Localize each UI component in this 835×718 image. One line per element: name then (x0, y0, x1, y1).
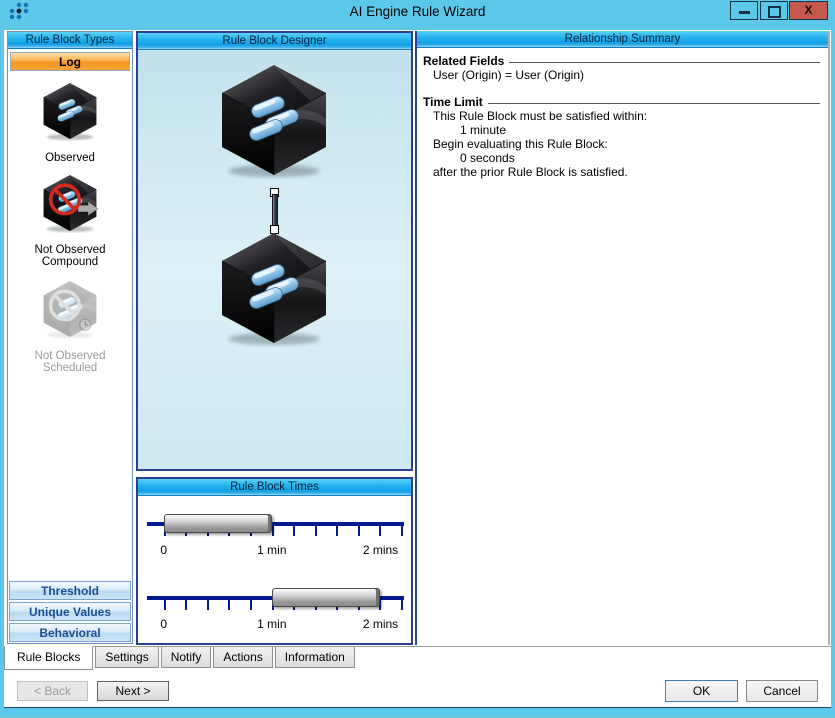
rule-block-designer-panel: Rule Block Designer (136, 31, 413, 471)
rule-block-2-cube[interactable] (213, 229, 335, 347)
slider-tick (164, 598, 166, 610)
time-limit-slider-bar[interactable] (164, 514, 272, 533)
rule-block-types-panel: Rule Block Types Log Observed Not Observ… (7, 31, 133, 644)
behavioral-category-button[interactable]: Behavioral (9, 623, 131, 642)
slider-tick (293, 524, 295, 536)
slider-tick (185, 598, 187, 610)
rule-block-times-header: Rule Block Times (138, 479, 411, 496)
time-limit-slider: 0 1 min 2 mins (142, 505, 407, 569)
ok-button[interactable]: OK (665, 680, 738, 702)
tab-information[interactable]: Information (275, 647, 355, 668)
evaluation-value: 0 seconds (423, 152, 820, 165)
palette-item-not-observed-scheduled[interactable]: Not Observed Scheduled (8, 279, 132, 375)
palette-label: Compound (42, 256, 98, 268)
slider-tick (228, 598, 230, 610)
section-title: Time Limit (423, 95, 483, 109)
wizard-tabs: Rule Blocks Settings Notify Actions Info… (4, 647, 357, 670)
slider-label-0: 0 (160, 617, 167, 631)
palette-label: Not Observed (35, 244, 106, 256)
slider-tick (379, 524, 381, 536)
tab-settings[interactable]: Settings (95, 647, 158, 668)
not-observed-compound-icon (38, 173, 102, 233)
relationship-summary-panel: Relationship Summary Related Fields User… (415, 31, 830, 645)
related-fields-value: User (Origin) = User (Origin) (423, 69, 820, 82)
palette-label: Observed (45, 152, 95, 164)
evaluation-delay-slider: 0 1 min 2 mins (142, 579, 407, 643)
slider-tick (401, 524, 403, 536)
maximize-icon (768, 6, 781, 18)
evaluation-suffix-line: after the prior Rule Block is satisfied. (423, 166, 820, 179)
close-icon: X (804, 3, 812, 17)
log-category-button[interactable]: Log (10, 52, 130, 71)
slider-label-2mins: 2 mins (363, 617, 398, 631)
tab-rule-blocks[interactable]: Rule Blocks (4, 646, 93, 670)
rule-block-designer-header: Rule Block Designer (138, 33, 411, 50)
threshold-category-button[interactable]: Threshold (9, 581, 131, 600)
not-observed-scheduled-icon (38, 279, 102, 339)
slider-tick (336, 524, 338, 536)
section-title: Related Fields (423, 54, 504, 68)
tab-notify[interactable]: Notify (161, 647, 212, 668)
minimize-icon (739, 11, 750, 14)
unique-values-category-button[interactable]: Unique Values (9, 602, 131, 621)
time-limit-line: This Rule Block must be satisfied within… (423, 110, 820, 123)
maximize-button[interactable] (760, 1, 788, 20)
slider-tick (315, 524, 317, 536)
time-limit-section: Time Limit This Rule Block must be satis… (423, 95, 820, 179)
slider-tick (250, 598, 252, 610)
back-button[interactable]: < Back (17, 681, 88, 701)
palette-item-not-observed-compound[interactable]: Not Observed Compound (8, 173, 132, 269)
slider-tick (272, 524, 274, 536)
palette-label: Scheduled (43, 362, 97, 374)
rule-block-1-cube[interactable] (213, 61, 335, 179)
slider-label-1min: 1 min (257, 617, 286, 631)
related-fields-section: Related Fields User (Origin) = User (Ori… (423, 54, 820, 82)
time-limit-value: 1 minute (423, 124, 820, 137)
cancel-button[interactable]: Cancel (746, 680, 818, 702)
title-bar: AI Engine Rule Wizard X (0, 0, 835, 24)
slider-label-1min: 1 min (257, 543, 286, 557)
slider-tick (358, 524, 360, 536)
slider-label-2mins: 2 mins (363, 543, 398, 557)
rule-block-types-header: Rule Block Types (8, 32, 132, 49)
rule-block-connector[interactable] (268, 188, 282, 234)
next-button[interactable]: Next > (97, 681, 169, 701)
palette-label: Not Observed (35, 350, 106, 362)
relationship-summary-header: Relationship Summary (417, 31, 828, 48)
ai-engine-rule-wizard-window: AI Engine Rule Wizard X Rule Block Types… (0, 0, 835, 718)
slider-tick (401, 598, 403, 610)
slider-tick (207, 598, 209, 610)
section-divider (488, 103, 820, 104)
palette-item-observed[interactable]: Observed (8, 81, 132, 165)
logrhythm-logo-icon (6, 1, 32, 23)
observed-cube-icon (38, 81, 102, 141)
window-title: AI Engine Rule Wizard (0, 0, 835, 24)
close-button[interactable]: X (789, 1, 828, 20)
section-divider (509, 62, 820, 63)
tab-actions[interactable]: Actions (213, 647, 272, 668)
connector-bar (272, 194, 278, 228)
evaluation-line: Begin evaluating this Rule Block: (423, 138, 820, 151)
category-button-stack: Threshold Unique Values Behavioral (9, 579, 131, 642)
slider-label-0: 0 (160, 543, 167, 557)
minimize-button[interactable] (730, 1, 758, 20)
rule-block-times-panel: Rule Block Times 0 1 min 2 mins 0 1 min … (136, 477, 413, 645)
evaluation-delay-slider-bar[interactable] (272, 588, 381, 607)
